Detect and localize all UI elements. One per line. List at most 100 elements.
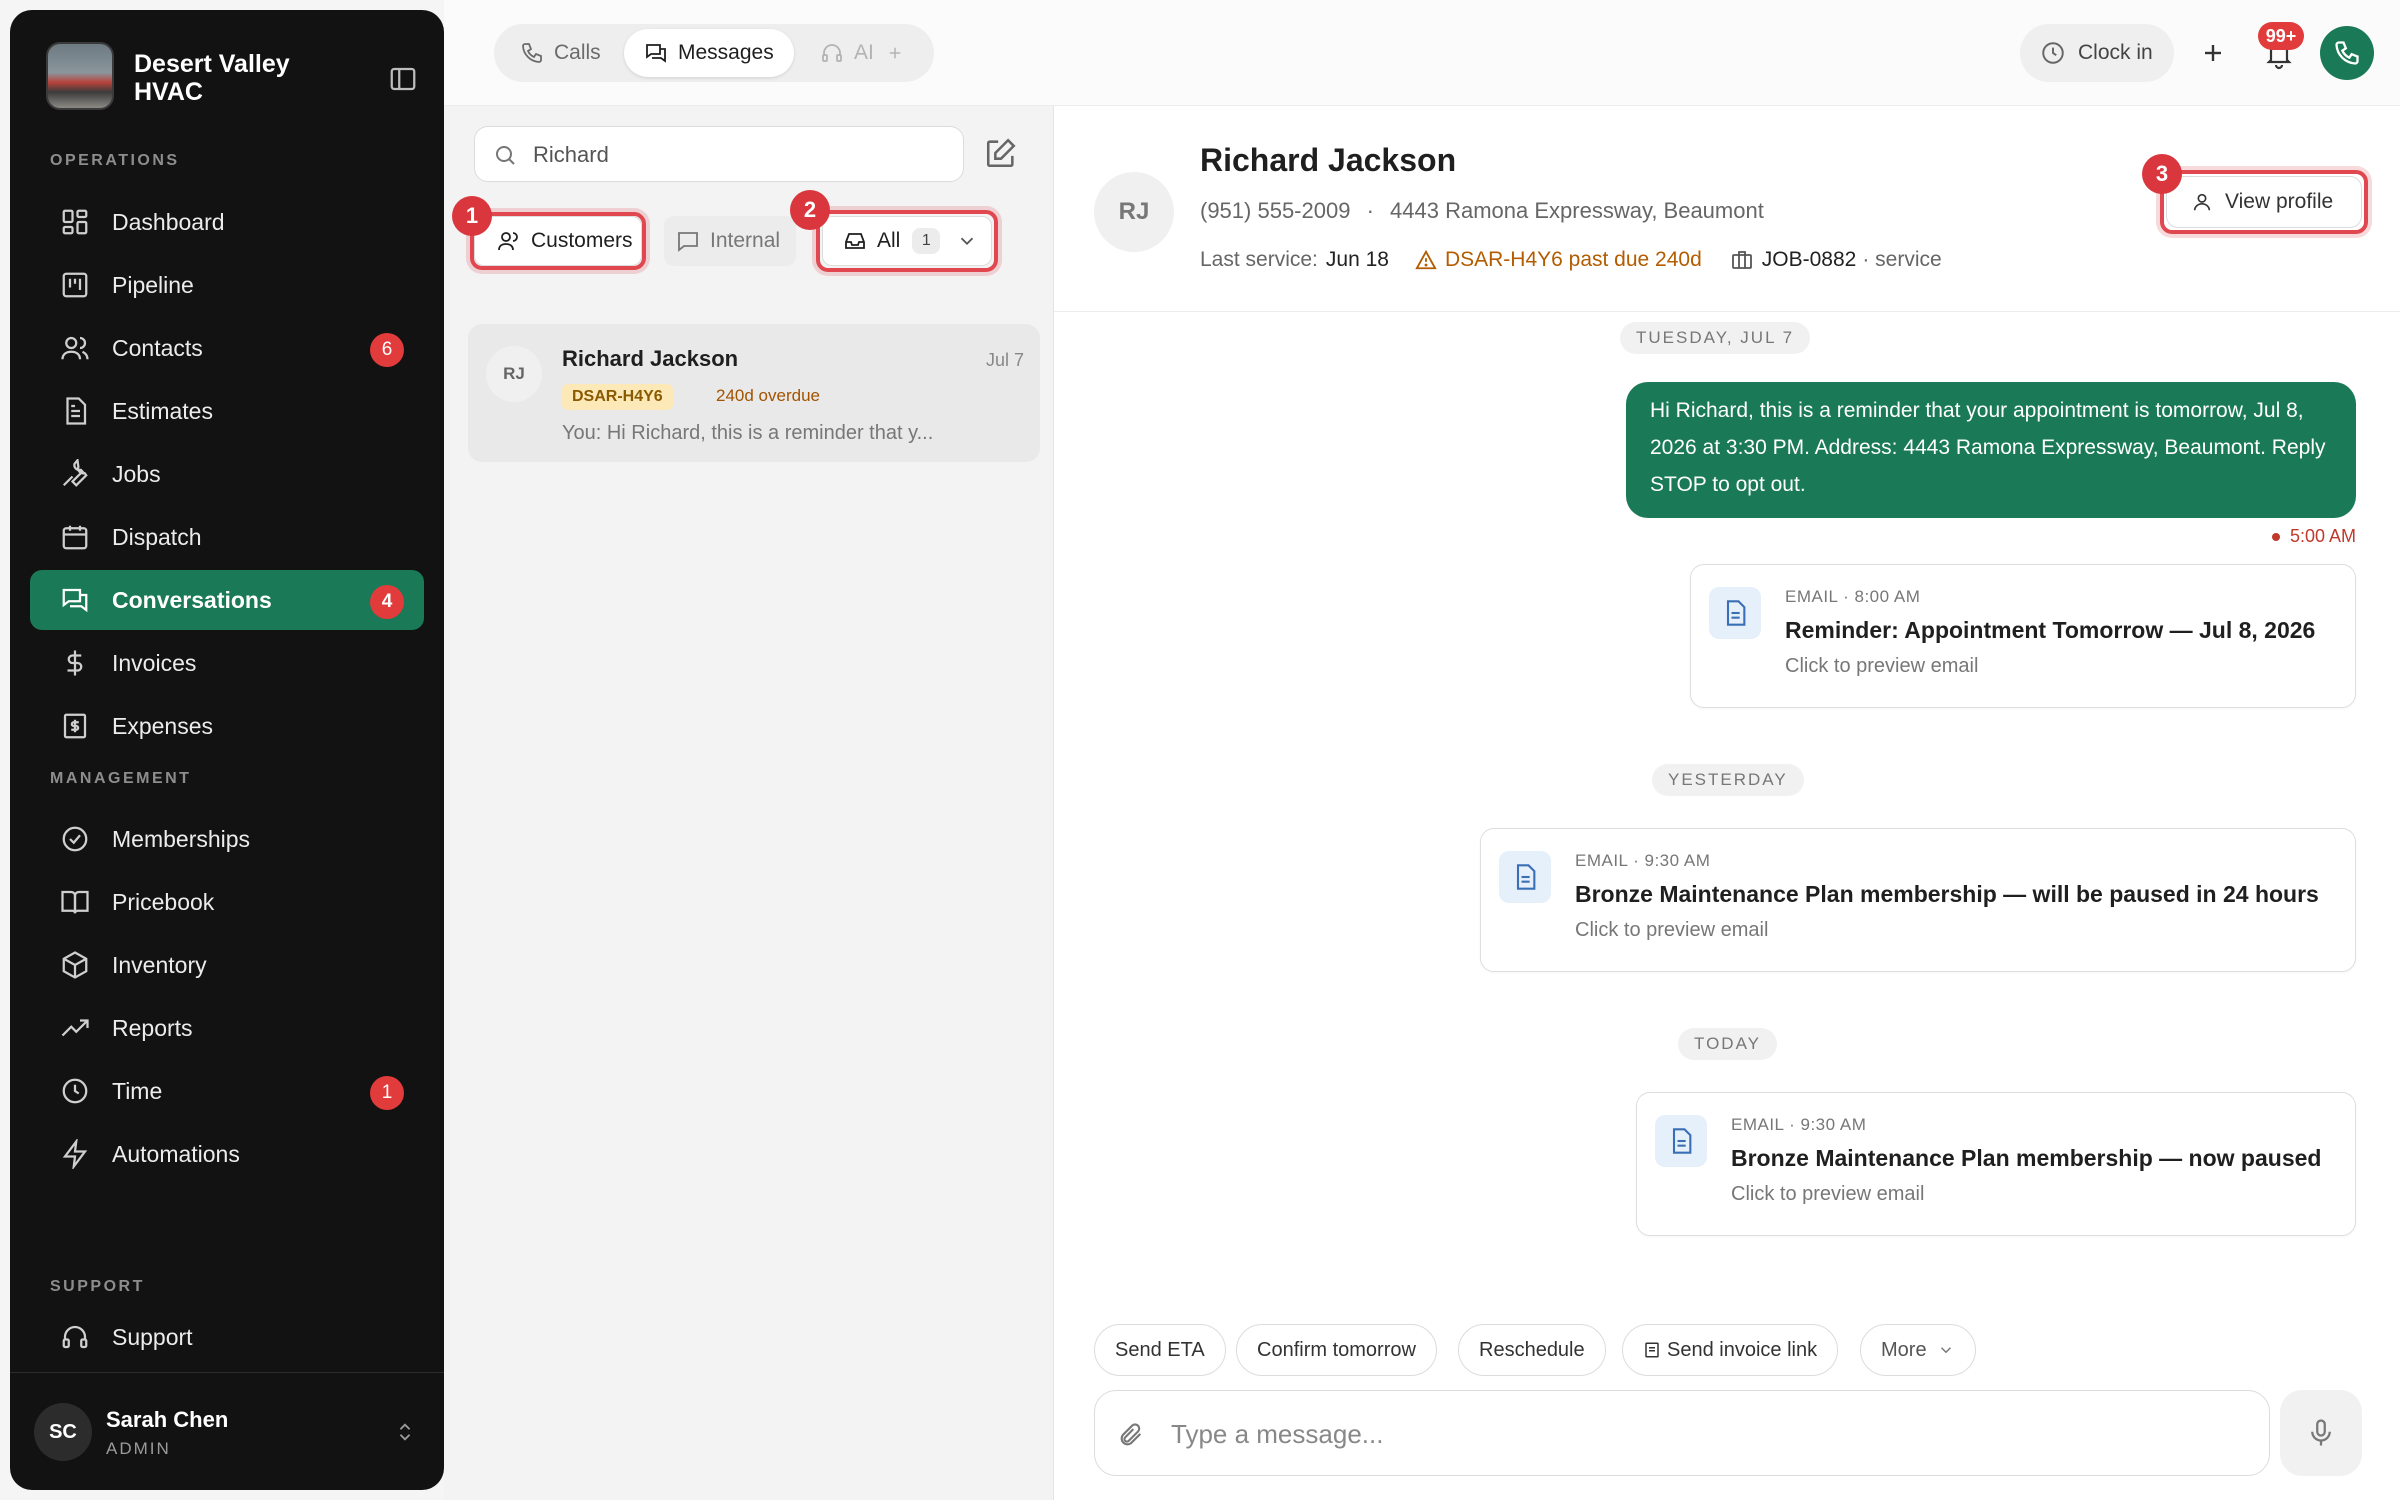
sidebar-item-contacts[interactable]: Contacts 6 bbox=[30, 318, 424, 378]
conversation-date: Jul 7 bbox=[985, 350, 1024, 370]
reschedule-button[interactable]: Reschedule bbox=[1458, 1324, 1606, 1376]
paperclip-icon[interactable] bbox=[1117, 1421, 1145, 1449]
email-label: EMAIL · 9:30 AM bbox=[1731, 1115, 1867, 1134]
channel-tabs: Calls Messages AI bbox=[494, 24, 934, 82]
tab-calls[interactable]: Calls bbox=[500, 29, 621, 77]
receipt-icon bbox=[1645, 1342, 1659, 1358]
phone-icon bbox=[2335, 41, 2359, 65]
box-icon bbox=[62, 951, 88, 979]
sidebar-item-label: Reports bbox=[112, 1014, 193, 1041]
email-card[interactable]: EMAIL · 8:00 AM Reminder: Appointment To… bbox=[1690, 564, 2356, 708]
confirm-tomorrow-button[interactable]: Confirm tomorrow bbox=[1236, 1324, 1437, 1376]
email-hint: Click to preview email bbox=[1731, 1183, 1925, 1205]
sidebar-item-invoices[interactable]: Invoices bbox=[30, 633, 424, 693]
sidebar-item-jobs[interactable]: Jobs bbox=[30, 444, 424, 504]
notifications-badge: 99+ bbox=[2258, 22, 2304, 50]
plus-icon bbox=[889, 47, 901, 59]
sidebar-item-time[interactable]: Time 1 bbox=[30, 1061, 424, 1121]
send-eta-button[interactable]: Send ETA bbox=[1094, 1324, 1226, 1376]
user-role: ADMIN bbox=[106, 1439, 171, 1458]
contacts-icon bbox=[61, 336, 89, 360]
sidebar-item-estimates[interactable]: Estimates bbox=[30, 381, 424, 441]
email-hint: Click to preview email bbox=[1575, 919, 1769, 941]
bolt-icon bbox=[62, 1139, 88, 1169]
contact-phone[interactable]: (951) 555-2009 bbox=[1200, 198, 1350, 223]
conversation-name: Richard Jackson bbox=[562, 346, 739, 371]
voice-input-button[interactable] bbox=[2280, 1390, 2362, 1476]
sidebar-item-label: Jobs bbox=[112, 460, 161, 487]
quick-action-label: Send ETA bbox=[1115, 1338, 1205, 1361]
send-invoice-link-button[interactable]: Send invoice link bbox=[1622, 1324, 1839, 1376]
filter-internal-button[interactable]: Internal bbox=[664, 216, 796, 266]
sidebar-item-reports[interactable]: Reports bbox=[30, 998, 424, 1058]
conversations-count-badge: 4 bbox=[370, 585, 404, 619]
email-card[interactable]: EMAIL · 9:30 AM Bronze Maintenance Plan … bbox=[1636, 1092, 2356, 1236]
sidebar-item-inventory[interactable]: Inventory bbox=[30, 935, 424, 995]
separator: · bbox=[1366, 198, 1374, 223]
sidebar-toggle-icon[interactable] bbox=[388, 64, 418, 94]
estimates-icon bbox=[66, 397, 87, 425]
sidebar-item-memberships[interactable]: Memberships bbox=[30, 809, 424, 869]
company-logo bbox=[46, 42, 114, 110]
briefcase-icon bbox=[1731, 251, 1752, 269]
badge-check-icon bbox=[62, 826, 88, 852]
chat-icon bbox=[646, 44, 666, 63]
annotation-marker: 1 bbox=[452, 196, 492, 236]
sidebar-item-label: Inventory bbox=[112, 951, 207, 978]
headset-icon bbox=[822, 44, 842, 62]
headset-icon bbox=[62, 1325, 88, 1349]
tab-label: Calls bbox=[554, 41, 601, 64]
phone-dialer-button[interactable] bbox=[2320, 26, 2374, 80]
sidebar-item-dispatch[interactable]: Dispatch bbox=[30, 507, 424, 567]
email-label: EMAIL · 8:00 AM bbox=[1785, 587, 1921, 606]
email-subject: Bronze Maintenance Plan membership — now… bbox=[1731, 1145, 2322, 1171]
tab-label: AI bbox=[854, 41, 874, 64]
message-square-icon bbox=[678, 232, 698, 252]
sidebar-item-dashboard[interactable]: Dashboard bbox=[30, 192, 424, 252]
more-actions-dropdown[interactable]: More bbox=[1860, 1324, 1976, 1376]
avatar: SC bbox=[34, 1403, 92, 1461]
date-divider: TODAY bbox=[1678, 1028, 1777, 1060]
chevron-up-down-icon bbox=[399, 1423, 411, 1441]
tab-messages[interactable]: Messages bbox=[624, 29, 794, 77]
avatar: RJ bbox=[1094, 172, 1174, 252]
overdue-warning[interactable]: DSAR-H4Y6 past due 240d bbox=[1415, 248, 1702, 272]
conversation-list-item[interactable]: RJ Richard Jackson Jul 7 DSAR-H4Y6 240d … bbox=[468, 324, 1040, 462]
highlight-customers bbox=[470, 212, 646, 270]
sidebar-item-automations[interactable]: Automations bbox=[30, 1124, 424, 1184]
job-link[interactable]: JOB-0882 · service bbox=[1730, 248, 1942, 272]
sidebar-item-label: Estimates bbox=[112, 397, 213, 424]
time-count-badge: 1 bbox=[370, 1076, 404, 1110]
last-service-date: Jun 18 bbox=[1325, 248, 1389, 271]
outgoing-sms-bubble: Hi Richard, this is a reminder that your… bbox=[1626, 382, 2356, 518]
clock-in-button[interactable]: Clock in bbox=[2020, 24, 2174, 82]
user-menu[interactable]: SC Sarah Chen ADMIN bbox=[10, 1372, 444, 1490]
sidebar-item-label: Invoices bbox=[112, 649, 197, 676]
receipt-icon bbox=[63, 713, 87, 739]
compose-icon[interactable] bbox=[984, 136, 1018, 170]
search-box bbox=[474, 126, 964, 182]
sidebar-item-expenses[interactable]: Expenses bbox=[30, 696, 424, 756]
section-management: MANAGEMENT bbox=[50, 770, 192, 787]
sidebar-item-pipeline[interactable]: Pipeline bbox=[30, 255, 424, 315]
contact-header: RJ Richard Jackson (951) 555-2009 · 4443… bbox=[1054, 106, 2400, 312]
tab-ai[interactable]: AI bbox=[800, 29, 924, 77]
search-input[interactable] bbox=[533, 137, 953, 173]
sidebar-item-conversations[interactable]: Conversations 4 bbox=[30, 570, 424, 630]
sidebar-item-support[interactable]: Support bbox=[30, 1307, 424, 1367]
sidebar: Desert Valley HVAC OPERATIONS Dashboard … bbox=[10, 10, 444, 1490]
overdue-label: 240d overdue bbox=[716, 386, 820, 405]
sidebar-item-pricebook[interactable]: Pricebook bbox=[30, 872, 424, 932]
email-subject: Bronze Maintenance Plan membership — wil… bbox=[1575, 881, 2319, 907]
clock-icon bbox=[2042, 42, 2064, 64]
sidebar-item-label: Automations bbox=[112, 1140, 240, 1167]
email-card[interactable]: EMAIL · 9:30 AM Bronze Maintenance Plan … bbox=[1480, 828, 2356, 972]
add-new-button[interactable] bbox=[2190, 30, 2236, 76]
warning-icon bbox=[1415, 249, 1437, 270]
annotation-marker: 2 bbox=[790, 190, 830, 230]
message-input[interactable] bbox=[1171, 1411, 2251, 1457]
pipeline-icon bbox=[62, 272, 88, 298]
contact-info: (951) 555-2009 · 4443 Ramona Expressway,… bbox=[1200, 198, 1764, 224]
email-subject: Reminder: Appointment Tomorrow — Jul 8, … bbox=[1785, 617, 2316, 643]
sidebar-item-label: Memberships bbox=[112, 825, 251, 852]
